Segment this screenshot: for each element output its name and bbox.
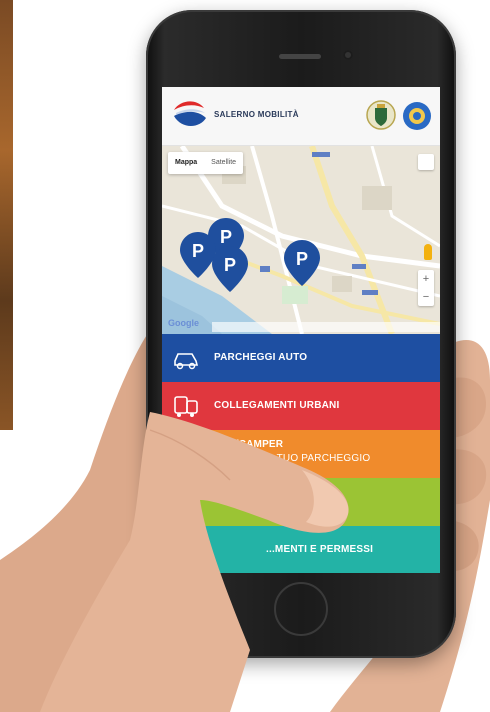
hand-thumb — [40, 412, 349, 712]
